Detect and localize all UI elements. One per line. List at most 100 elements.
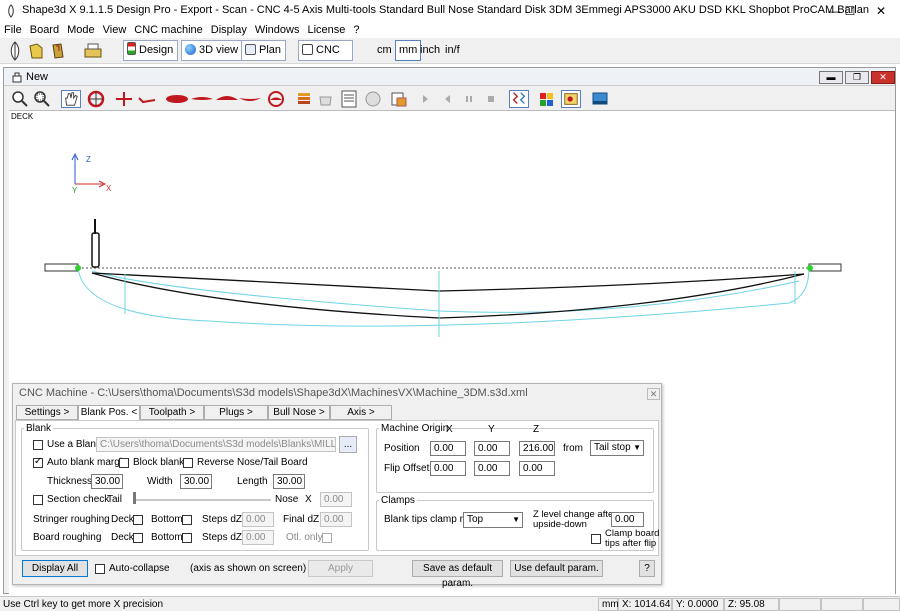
thickness-field[interactable]: 30.00 (91, 474, 123, 489)
section-x-field[interactable]: 0.00 (320, 492, 352, 507)
menu-cnc-machine[interactable]: CNC machine (130, 22, 206, 38)
menu-help[interactable]: ? (349, 22, 363, 38)
pause-icon[interactable] (459, 90, 479, 108)
length-field[interactable]: 30.00 (273, 474, 305, 489)
close-button[interactable]: ✕ (862, 0, 900, 22)
from-select[interactable]: Tail stop (590, 440, 644, 456)
toolpath-icon[interactable] (509, 90, 529, 108)
position-z-field[interactable]: 216.00 (519, 441, 555, 456)
board-bottom-checkbox[interactable] (182, 533, 192, 543)
document-title-bar: New ▬ ❐ ✕ (4, 68, 895, 86)
browse-blank-button[interactable]: ... (339, 436, 357, 453)
board-deck-checkbox[interactable] (133, 533, 143, 543)
reverse-board-checkbox[interactable] (183, 458, 193, 468)
app-title: Shape3d X 9.1.1.5 Design Pro - Export - … (22, 4, 869, 16)
disc-icon[interactable] (363, 90, 383, 108)
menu-mode[interactable]: Mode (63, 22, 99, 38)
board-steps-field[interactable]: 0.00 (242, 530, 274, 545)
design-mode-button[interactable]: Design (123, 40, 179, 61)
flip-y-field[interactable]: 0.00 (474, 461, 510, 476)
menu-windows[interactable]: Windows (251, 22, 304, 38)
stringer-bottom-checkbox[interactable] (182, 515, 192, 525)
screen-icon[interactable] (590, 90, 610, 108)
menu-file[interactable]: File (0, 22, 26, 38)
status-z: Z: 95.08 (724, 598, 779, 611)
tab-axis[interactable]: Axis > (330, 405, 392, 420)
zoom-window-icon[interactable] (32, 90, 52, 108)
rocker-icon[interactable] (137, 90, 157, 108)
unit-in-f[interactable]: in/f (445, 44, 460, 56)
notes-icon[interactable] (339, 90, 359, 108)
stringer-bottom-label: Bottom (151, 514, 183, 525)
tab-bull-nose[interactable]: Bull Nose > (268, 405, 330, 420)
position-x-field[interactable]: 0.00 (430, 441, 466, 456)
stringer-steps-field[interactable]: 0.00 (242, 512, 274, 527)
use-default-button[interactable]: Use default param. (510, 560, 603, 577)
auto-collapse-checkbox[interactable] (95, 564, 105, 574)
help-button[interactable]: ? (639, 560, 655, 577)
position-y-field[interactable]: 0.00 (474, 441, 510, 456)
plan-mode-button[interactable]: Plan (241, 40, 287, 61)
final-dz-field[interactable]: 0.00 (320, 512, 352, 527)
display-all-button[interactable]: Display All (22, 560, 88, 577)
print-icon[interactable] (84, 43, 102, 59)
apply-button[interactable]: Apply (308, 560, 373, 577)
deck-icon[interactable] (215, 90, 239, 108)
flip-z-field[interactable]: 0.00 (519, 461, 555, 476)
3d-view-mode-button[interactable]: 3D view (181, 40, 244, 61)
menu-board[interactable]: Board (26, 22, 63, 38)
layers-icon[interactable] (294, 90, 314, 108)
dialog-close-icon[interactable]: ✕ (647, 388, 660, 400)
use-blank-checkbox[interactable] (33, 440, 43, 450)
section-slider-thumb[interactable] (133, 492, 136, 504)
open-folder-icon[interactable] (28, 42, 44, 60)
flip-x-field[interactable]: 0.00 (430, 461, 466, 476)
stringer-deck-checkbox[interactable] (133, 515, 143, 525)
tab-blank-pos[interactable]: Blank Pos. < (78, 405, 140, 421)
colors-icon[interactable] (537, 90, 557, 108)
rotate-icon[interactable] (86, 90, 106, 108)
surfboard-icon[interactable] (8, 41, 22, 61)
blank-file-field[interactable]: C:\Users\thoma\Documents\S3d models\Blan… (96, 437, 336, 452)
cnc-mode-button[interactable]: CNC (298, 40, 353, 61)
hand-grab-icon[interactable] (316, 90, 336, 108)
export-icon[interactable] (389, 90, 409, 108)
zoom-icon[interactable] (10, 90, 30, 108)
z-level-change-field[interactable]: 0.00 (611, 512, 644, 527)
width-field[interactable]: 30.00 (180, 474, 212, 489)
section-slider-track[interactable] (133, 499, 271, 501)
clamp-tips-checkbox[interactable] (591, 534, 601, 544)
stop-icon[interactable] (481, 90, 501, 108)
z-axis-label: Z (86, 155, 91, 164)
pan-hand-icon[interactable] (61, 90, 81, 108)
block-blank-checkbox[interactable] (119, 458, 129, 468)
profile-icon[interactable] (190, 90, 214, 108)
save-default-button[interactable]: Save as default param. (412, 560, 503, 589)
slice-icon[interactable] (266, 90, 286, 108)
doc-restore-icon[interactable]: ❐ (845, 71, 869, 84)
back-icon[interactable] (438, 90, 458, 108)
auto-blank-margin-checkbox[interactable] (33, 456, 43, 468)
tab-plugs[interactable]: Plugs > (204, 405, 268, 420)
menu-view[interactable]: View (99, 22, 131, 38)
bottom-icon[interactable] (238, 90, 262, 108)
menu-license[interactable]: License (303, 22, 349, 38)
tips-clamp-ref-select[interactable]: Top (463, 512, 523, 528)
outline-icon[interactable] (165, 90, 189, 108)
tab-settings[interactable]: Settings > (16, 405, 78, 420)
section-check-checkbox[interactable] (33, 495, 43, 505)
unit-inch[interactable]: inch (420, 44, 440, 56)
unit-cm[interactable]: cm (377, 44, 392, 56)
unit-mm[interactable]: mm (395, 40, 422, 61)
image-icon[interactable] (561, 90, 581, 108)
save-icon[interactable] (50, 42, 66, 60)
outline-only-checkbox[interactable] (322, 533, 332, 543)
doc-minimize-icon[interactable]: ▬ (819, 71, 843, 84)
move-board-icon[interactable] (114, 90, 134, 108)
menu-display[interactable]: Display (207, 22, 251, 38)
position-label: Position (384, 443, 420, 454)
tips-clamp-ref-label: Blank tips clamp ref. (384, 514, 475, 525)
play-icon[interactable] (416, 90, 436, 108)
tab-toolpath[interactable]: Toolpath > (140, 405, 204, 420)
doc-close-icon[interactable]: ✕ (871, 71, 895, 84)
